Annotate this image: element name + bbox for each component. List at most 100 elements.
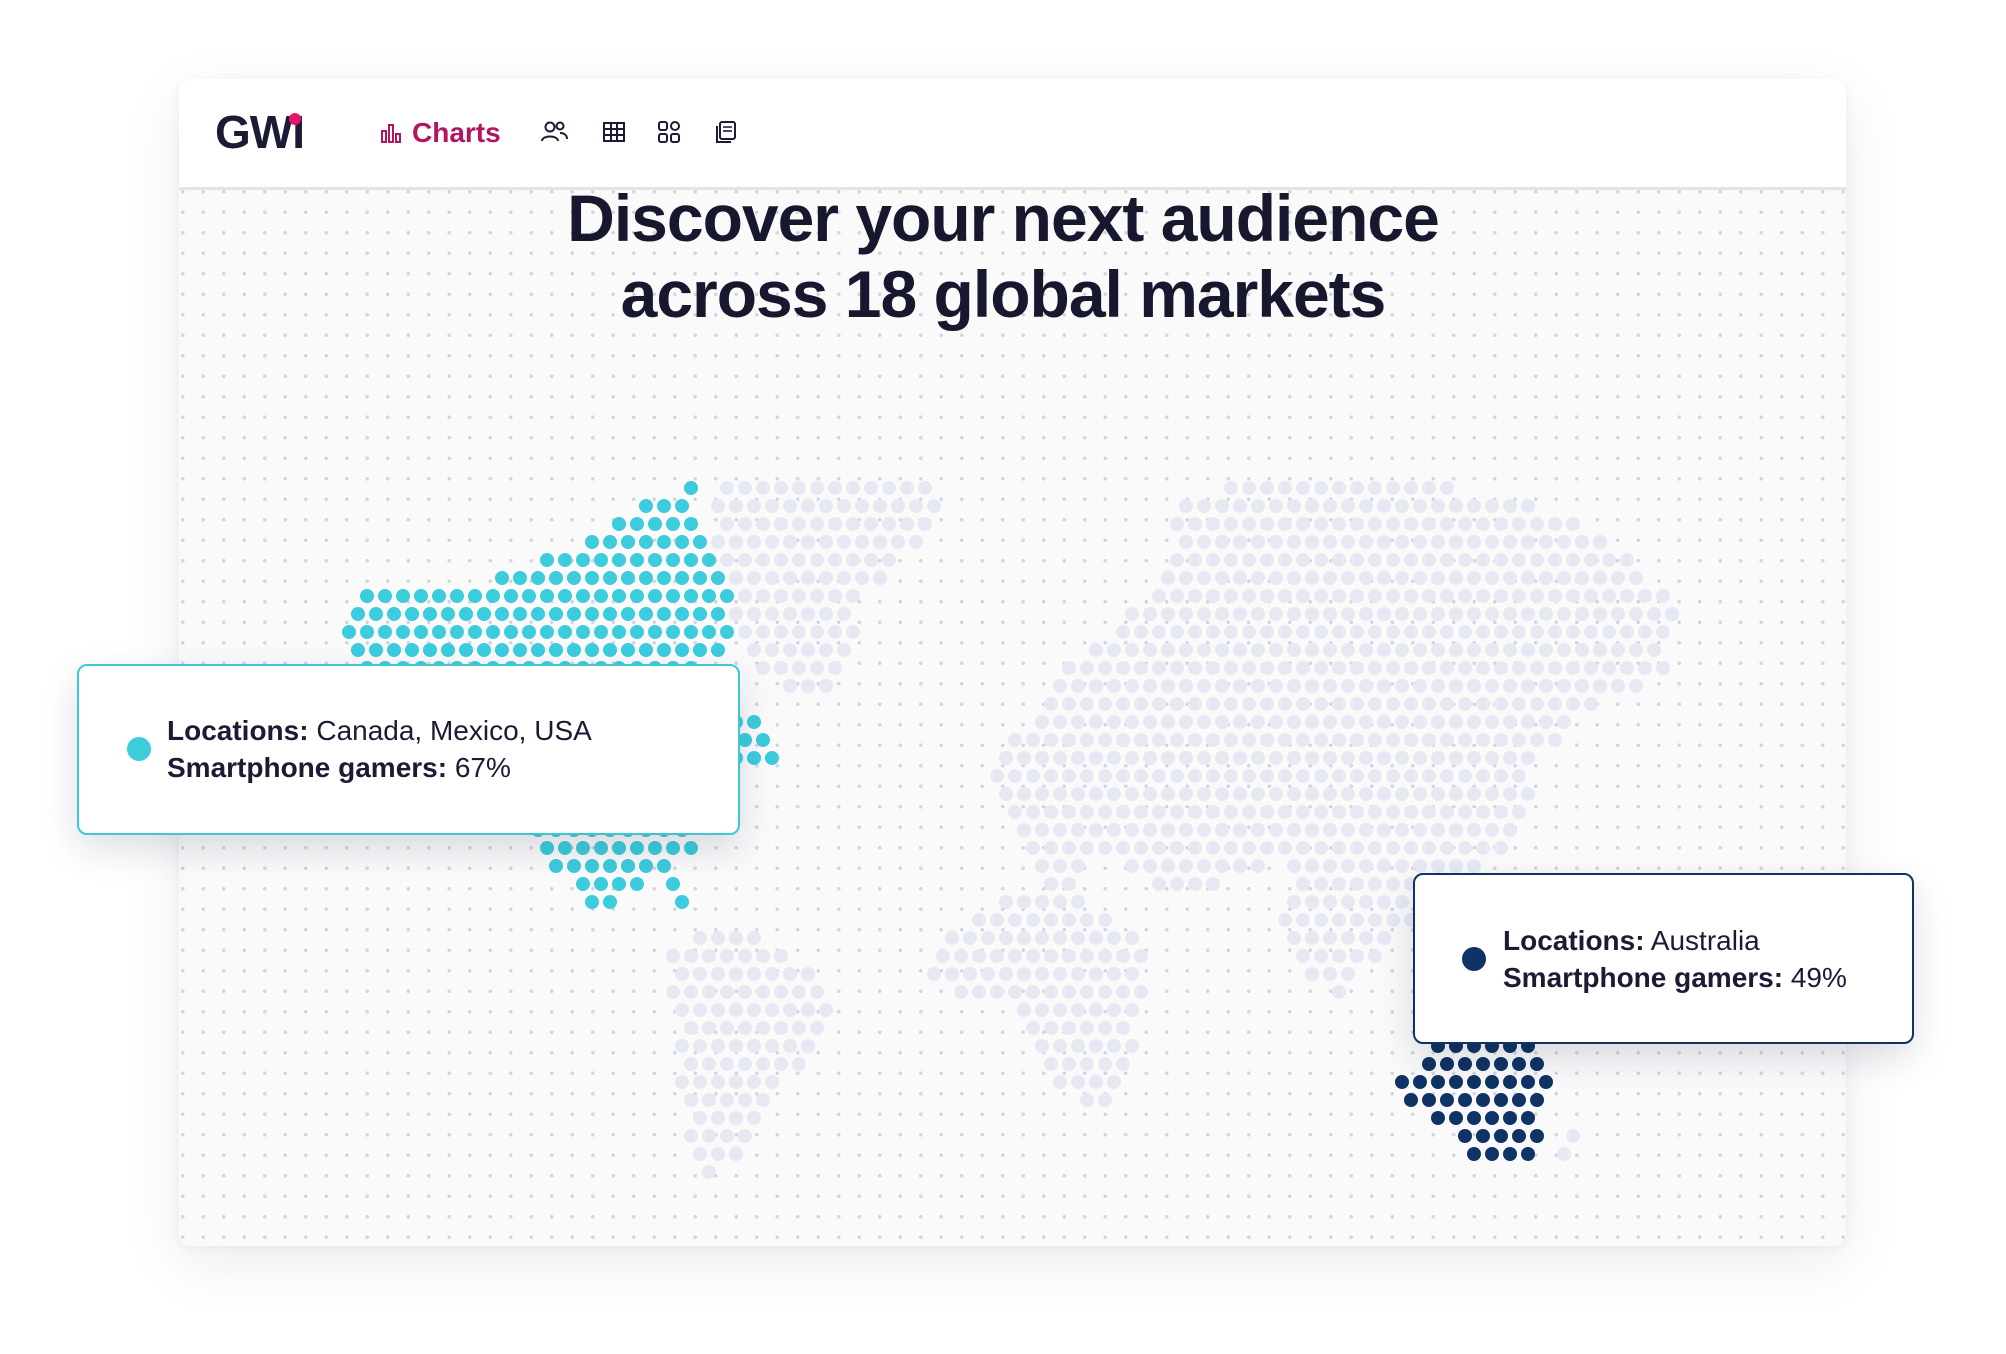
map-dot bbox=[1224, 661, 1238, 675]
map-dot bbox=[1296, 517, 1310, 531]
map-dot bbox=[1548, 661, 1562, 675]
map-dot bbox=[765, 571, 779, 585]
map-dot bbox=[1449, 679, 1463, 693]
map-dot bbox=[1512, 589, 1526, 603]
map-dot bbox=[1521, 607, 1535, 621]
north-america-dot bbox=[477, 643, 491, 657]
map-dot bbox=[1287, 571, 1301, 585]
map-dot bbox=[1530, 625, 1544, 639]
map-dot bbox=[1404, 553, 1418, 567]
map-dot bbox=[1044, 697, 1058, 711]
map-dot bbox=[810, 589, 824, 603]
map-dot bbox=[1143, 715, 1157, 729]
map-dot bbox=[1350, 481, 1364, 495]
map-dot bbox=[1080, 769, 1094, 783]
map-dot bbox=[1530, 553, 1544, 567]
map-dot bbox=[1548, 517, 1562, 531]
map-dot bbox=[1062, 877, 1076, 891]
map-dot bbox=[1593, 643, 1607, 657]
north-america-dot bbox=[747, 751, 761, 765]
map-dot bbox=[1638, 661, 1652, 675]
map-dot bbox=[1269, 571, 1283, 585]
map-dot bbox=[1161, 679, 1175, 693]
map-dot bbox=[1539, 643, 1553, 657]
map-dot bbox=[1323, 967, 1337, 981]
map-dot bbox=[1323, 787, 1337, 801]
map-dot bbox=[1170, 733, 1184, 747]
map-dot bbox=[1152, 877, 1166, 891]
north-america-dot bbox=[648, 553, 662, 567]
north-america-dot bbox=[540, 841, 554, 855]
map-dot bbox=[1260, 589, 1274, 603]
map-dot bbox=[1269, 499, 1283, 513]
map-dot bbox=[1314, 589, 1328, 603]
north-america-dot bbox=[576, 625, 590, 639]
map-dot bbox=[846, 625, 860, 639]
map-dot bbox=[1287, 859, 1301, 873]
map-dot bbox=[1368, 733, 1382, 747]
australia-dot bbox=[1530, 1093, 1544, 1107]
map-dot bbox=[711, 1147, 725, 1161]
north-america-dot bbox=[432, 589, 446, 603]
map-dot bbox=[1224, 625, 1238, 639]
map-dot bbox=[774, 661, 788, 675]
map-dot bbox=[1377, 679, 1391, 693]
map-dot bbox=[1449, 751, 1463, 765]
map-dot bbox=[1134, 949, 1148, 963]
map-dot bbox=[1179, 535, 1193, 549]
map-dot bbox=[1521, 751, 1535, 765]
map-dot bbox=[801, 1003, 815, 1017]
map-dot bbox=[747, 1039, 761, 1053]
map-dot bbox=[1557, 535, 1571, 549]
map-dot bbox=[1296, 841, 1310, 855]
map-dot bbox=[1431, 499, 1445, 513]
map-dot bbox=[1314, 625, 1328, 639]
north-america-dot bbox=[675, 535, 689, 549]
map-dot bbox=[1476, 589, 1490, 603]
map-dot bbox=[999, 895, 1013, 909]
tooltip-north-america: Locations: Canada, Mexico, USA Smartphon… bbox=[77, 664, 740, 835]
map-dot bbox=[1458, 697, 1472, 711]
map-dot bbox=[1044, 769, 1058, 783]
north-america-dot bbox=[639, 643, 653, 657]
map-dot bbox=[729, 1075, 743, 1089]
map-dot bbox=[1179, 607, 1193, 621]
australia-dot bbox=[1404, 1093, 1418, 1107]
australia-dot bbox=[1422, 1057, 1436, 1071]
map-dot bbox=[729, 931, 743, 945]
map-dot bbox=[1305, 715, 1319, 729]
map-dot bbox=[1098, 733, 1112, 747]
map-dot bbox=[1071, 823, 1085, 837]
map-dot bbox=[945, 931, 959, 945]
map-dot bbox=[747, 1003, 761, 1017]
map-dot bbox=[1251, 823, 1265, 837]
map-dot bbox=[1575, 679, 1589, 693]
map-dot bbox=[1251, 535, 1265, 549]
map-dot bbox=[1584, 697, 1598, 711]
map-dot bbox=[1098, 1057, 1112, 1071]
map-dot bbox=[945, 967, 959, 981]
map-dot bbox=[1323, 499, 1337, 513]
map-dot bbox=[1233, 859, 1247, 873]
map-dot bbox=[1062, 733, 1076, 747]
north-america-dot bbox=[396, 589, 410, 603]
map-dot bbox=[1386, 733, 1400, 747]
map-dot bbox=[1161, 751, 1175, 765]
map-dot bbox=[810, 481, 824, 495]
map-dot bbox=[1431, 715, 1445, 729]
map-dot bbox=[675, 967, 689, 981]
map-dot bbox=[1197, 823, 1211, 837]
north-america-dot bbox=[621, 643, 635, 657]
map-dot bbox=[702, 1129, 716, 1143]
north-america-dot bbox=[504, 589, 518, 603]
map-dot bbox=[783, 967, 797, 981]
map-dot bbox=[1044, 949, 1058, 963]
map-dot bbox=[1143, 607, 1157, 621]
map-dot bbox=[801, 571, 815, 585]
map-dot bbox=[1179, 859, 1193, 873]
map-dot bbox=[1386, 769, 1400, 783]
map-dot bbox=[1269, 751, 1283, 765]
map-dot bbox=[1440, 697, 1454, 711]
map-dot bbox=[1341, 895, 1355, 909]
map-dot bbox=[1368, 697, 1382, 711]
